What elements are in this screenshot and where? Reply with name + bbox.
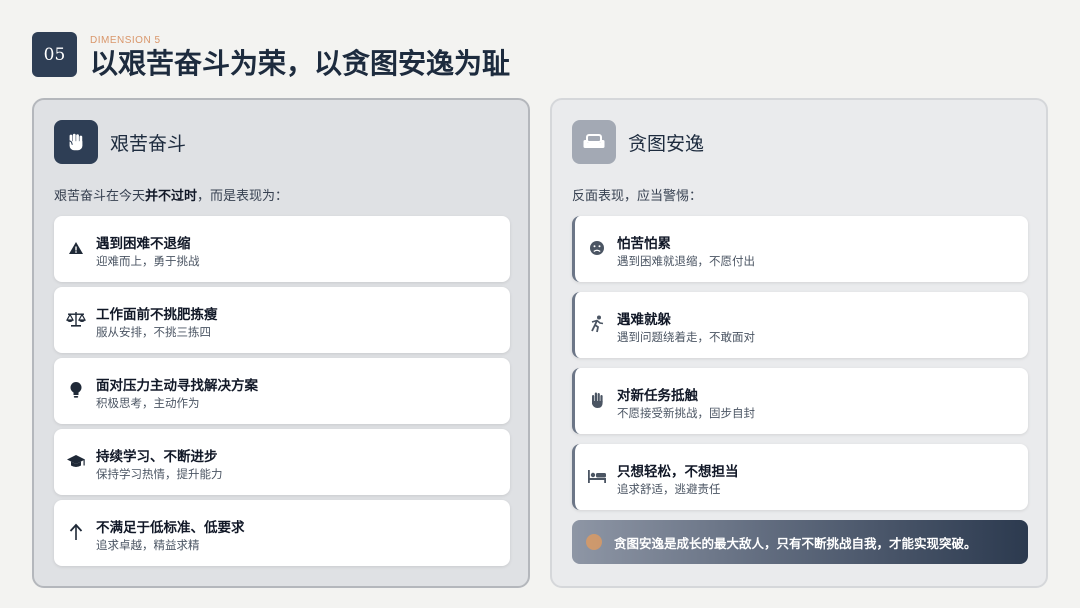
alert-dot-icon — [586, 534, 602, 550]
item-title: 遇到困难不退缩 — [96, 236, 191, 252]
item-subtitle: 不愿接受新挑战，固步自封 — [617, 406, 755, 420]
list-item: 怕苦怕累 遇到困难就退缩，不愿付出 — [572, 216, 1028, 282]
panel-title: 贪图安逸 — [628, 132, 705, 155]
raised-hand-icon — [587, 390, 607, 410]
list-item: 遇到困难不退缩 迎难而上，勇于挑战 — [54, 216, 510, 282]
sad-face-icon — [587, 238, 607, 258]
ease-seeking-panel: 贪图安逸 反面表现，应当警惕： 怕苦怕累 遇到困难就退缩，不愿付出 遇难就躲 遇… — [550, 98, 1048, 588]
warning-banner: 贪图安逸是成长的最大敌人，只有不断挑战自我，才能实现突破。 — [572, 520, 1028, 564]
arrow-up-icon — [66, 522, 86, 542]
item-title: 遇难就躲 — [617, 312, 671, 328]
page-title: 以艰苦奋斗为荣，以贪图安逸为耻 — [90, 47, 511, 80]
item-subtitle: 保持学习热情，提升能力 — [96, 467, 223, 481]
panel-intro: 艰苦奋斗在今天并不过时，而是表现为： — [54, 189, 289, 204]
item-subtitle: 遇到问题绕着走，不敢面对 — [617, 330, 755, 344]
fist-icon — [54, 120, 98, 164]
hard-work-panel: 艰苦奋斗 艰苦奋斗在今天并不过时，而是表现为： 遇到困难不退缩 迎难而上，勇于挑… — [32, 98, 530, 588]
slide-header: 05 DIMENSION 5 以艰苦奋斗为荣，以贪图安逸为耻 — [32, 32, 1032, 80]
item-title: 怕苦怕累 — [617, 236, 671, 252]
item-title: 不满足于低标准、低要求 — [96, 520, 245, 536]
item-title: 持续学习、不断进步 — [96, 449, 218, 465]
banner-text: 贪图安逸是成长的最大敌人，只有不断挑战自我，才能实现突破。 — [614, 535, 977, 551]
panel-header: 艰苦奋斗 — [54, 120, 186, 164]
list-item: 遇难就躲 遇到问题绕着走，不敢面对 — [572, 292, 1028, 358]
item-subtitle: 积极思考，主动作为 — [96, 396, 200, 410]
item-title: 工作面前不挑肥拣瘦 — [96, 307, 218, 323]
warning-triangle-icon — [66, 238, 86, 258]
item-subtitle: 服从安排，不挑三拣四 — [96, 325, 211, 339]
list-item: 面对压力主动寻找解决方案 积极思考，主动作为 — [54, 358, 510, 424]
running-person-icon — [587, 314, 607, 334]
item-title: 面对压力主动寻找解决方案 — [96, 378, 258, 394]
lightbulb-icon — [66, 380, 86, 400]
list-item: 持续学习、不断进步 保持学习热情，提升能力 — [54, 429, 510, 495]
item-subtitle: 追求舒适，逃避责任 — [617, 482, 721, 496]
sofa-icon — [572, 120, 616, 164]
section-number-badge: 05 — [32, 32, 77, 77]
item-title: 对新任务抵触 — [617, 388, 698, 404]
item-subtitle: 遇到困难就退缩，不愿付出 — [617, 254, 755, 268]
panel-header: 贪图安逸 — [572, 120, 704, 164]
item-title: 只想轻松，不想担当 — [617, 464, 739, 480]
list-item: 对新任务抵触 不愿接受新挑战，固步自封 — [572, 368, 1028, 434]
list-item: 不满足于低标准、低要求 追求卓越，精益求精 — [54, 500, 510, 566]
balance-scale-icon — [66, 309, 86, 329]
list-item: 只想轻松，不想担当 追求舒适，逃避责任 — [572, 444, 1028, 510]
item-subtitle: 迎难而上，勇于挑战 — [96, 254, 200, 268]
item-subtitle: 追求卓越，精益求精 — [96, 538, 200, 552]
graduation-cap-icon — [66, 451, 86, 471]
panel-intro: 反面表现，应当警惕： — [572, 189, 703, 204]
panel-title: 艰苦奋斗 — [110, 132, 187, 155]
list-item: 工作面前不挑肥拣瘦 服从安排，不挑三拣四 — [54, 287, 510, 353]
bed-icon — [587, 466, 607, 486]
